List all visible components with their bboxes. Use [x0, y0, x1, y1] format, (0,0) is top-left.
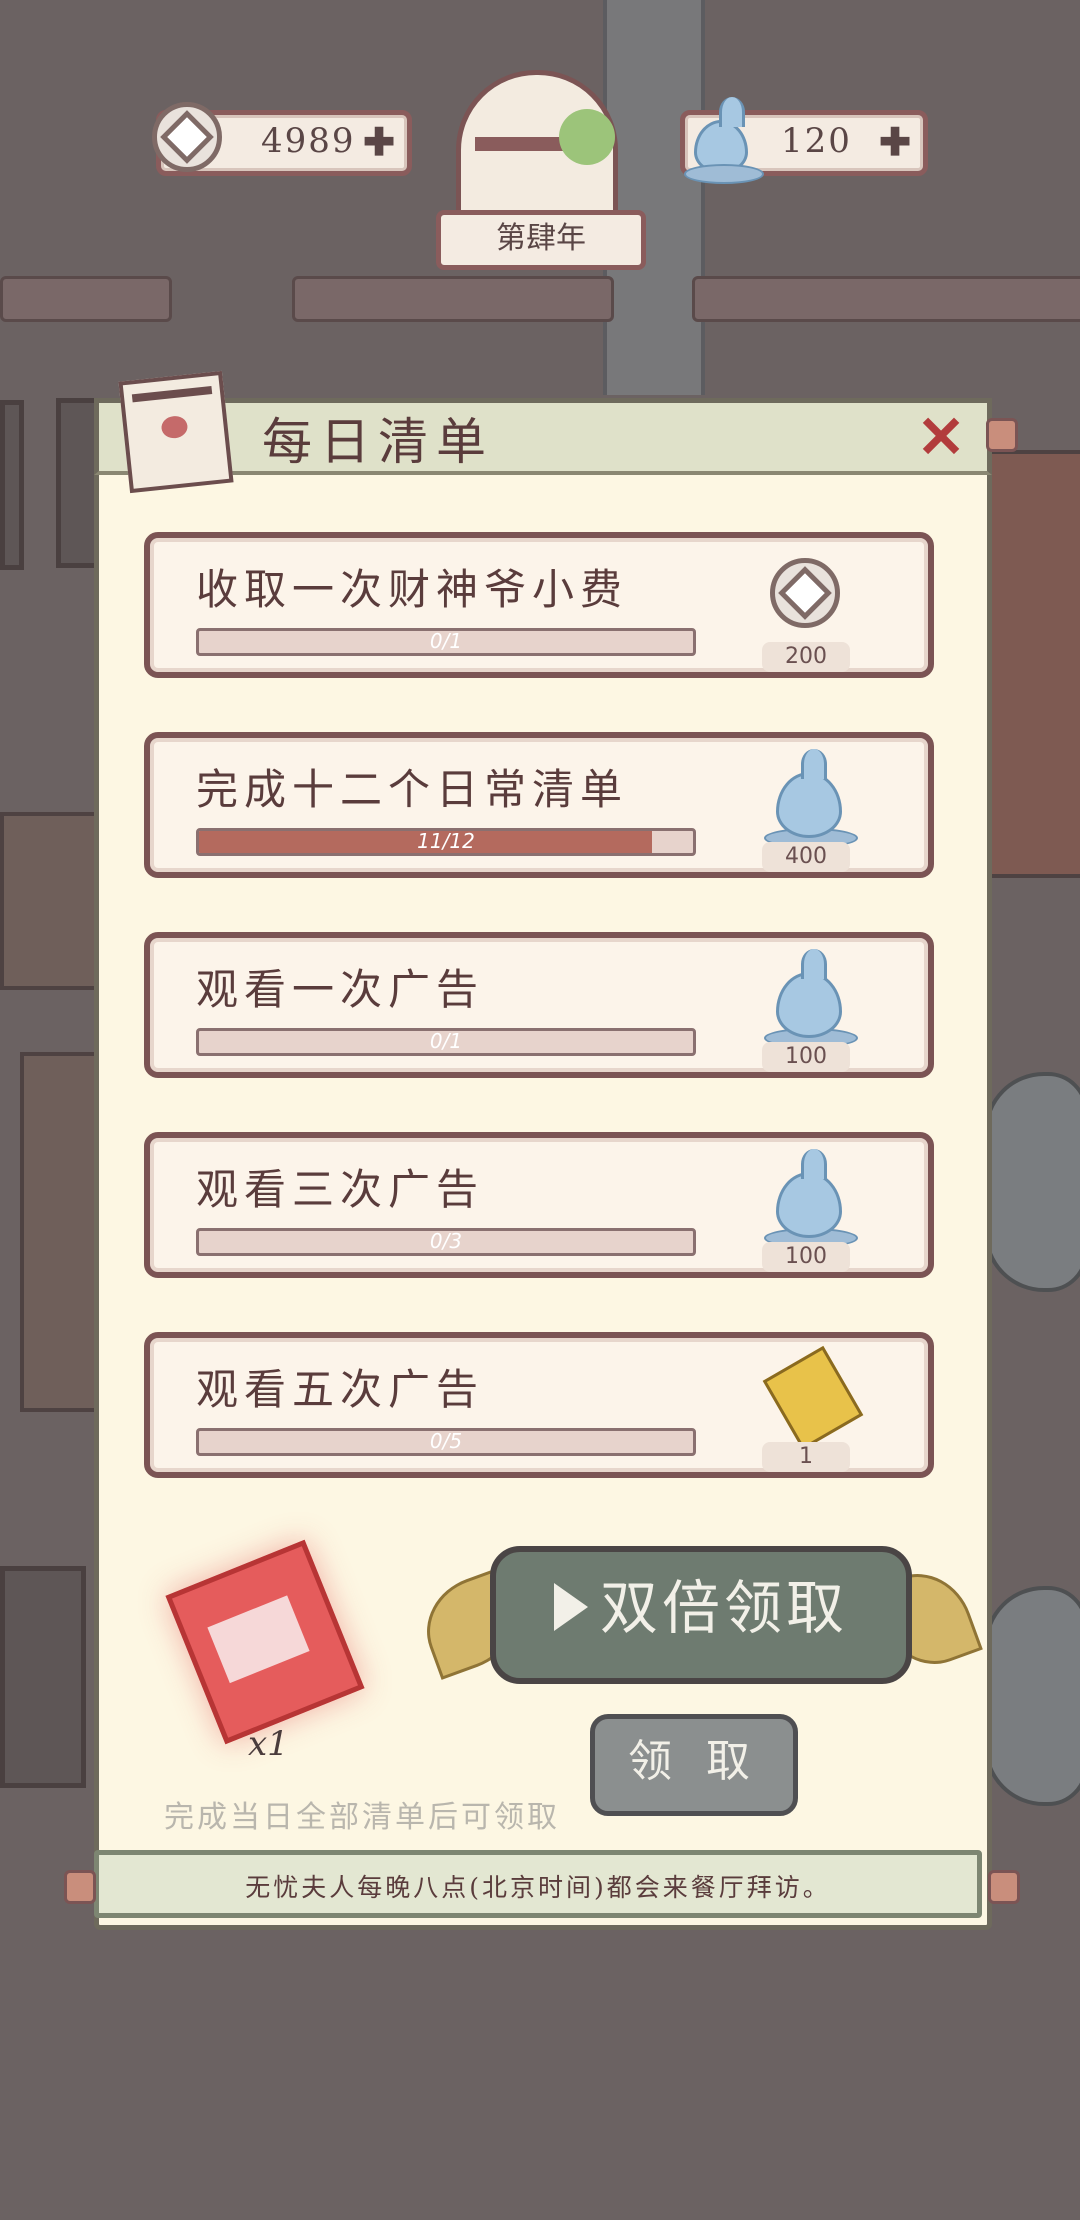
task-progress-bar: 0/5 [196, 1428, 696, 1456]
wooden-beam [692, 276, 1080, 322]
ticket-icon [762, 1345, 864, 1451]
scroll-knob [986, 418, 1018, 452]
claim-hint: 完成当日全部清单后可领取 [164, 1800, 560, 1835]
coin-icon [152, 102, 222, 172]
task-progress-bar: 11/12 [196, 828, 696, 856]
wall-frame [0, 400, 24, 570]
reward-amount: 1 [762, 1442, 850, 1472]
add-coins-icon[interactable]: ✚ [363, 123, 395, 161]
coin-count: 4989 [261, 121, 356, 161]
footer-text: 无忧夫人每晚八点(北京时间)都会来餐厅拜访。 [245, 1873, 831, 1902]
calendar-icon [118, 370, 234, 494]
scroll-knob [988, 1870, 1020, 1904]
coupon-count: x1 [248, 1724, 289, 1764]
reward-amount: 100 [762, 1042, 850, 1072]
reward-amount: 100 [762, 1242, 850, 1272]
claim-button[interactable]: 领 取 [590, 1714, 798, 1816]
water-drop-icon [684, 97, 764, 190]
task-card[interactable]: 观看一次广告 0/1 100 [144, 932, 934, 1078]
wooden-pillar [603, 0, 705, 395]
side-cabinet [20, 1052, 102, 1412]
task-progress-text: 0/5 [429, 1429, 463, 1453]
water-drop-icon [764, 749, 858, 848]
task-card[interactable]: 观看五次广告 0/5 1 [144, 1332, 934, 1478]
wooden-beam [292, 276, 614, 322]
water-drop-icon [764, 1149, 858, 1248]
task-progress-bar: 0/1 [196, 1028, 696, 1056]
double-claim-button[interactable]: 双倍领取 [490, 1546, 912, 1684]
water-drop-icon [764, 949, 858, 1048]
double-claim-label: 双倍领取 [599, 1574, 848, 1642]
task-progress-text: 0/3 [429, 1229, 463, 1253]
garden-rock [984, 1586, 1080, 1806]
wooden-beam [0, 276, 172, 322]
task-progress-bar: 0/3 [196, 1228, 696, 1256]
side-door [982, 450, 1080, 878]
task-progress-text: 0/1 [429, 629, 463, 653]
play-icon [553, 1582, 588, 1631]
wall-frame [0, 1566, 86, 1788]
task-label: 收取一次财神爷小费 [196, 565, 629, 614]
add-water-icon[interactable]: ✚ [879, 123, 911, 161]
coin-icon [770, 558, 848, 636]
task-label: 完成十二个日常清单 [196, 765, 629, 814]
reward-amount: 400 [762, 842, 850, 872]
task-card[interactable]: 完成十二个日常清单 11/12 400 [144, 732, 934, 878]
scroll-knob [64, 1870, 96, 1904]
panel-title: 每日清单 [262, 413, 494, 471]
task-card[interactable]: 观看三次广告 0/3 100 [144, 1132, 934, 1278]
task-label: 观看一次广告 [196, 965, 485, 1014]
water-count: 120 [781, 121, 852, 161]
task-card[interactable]: 收取一次财神爷小费 0/1 200 [144, 532, 934, 678]
task-progress-bar: 0/1 [196, 628, 696, 656]
reward-amount: 200 [762, 642, 850, 672]
close-button[interactable]: ✕ [914, 408, 968, 466]
task-progress-text: 11/12 [417, 829, 475, 853]
restaurant-emblem [456, 70, 618, 218]
side-shelf [0, 812, 102, 990]
year-badge: 第肆年 [436, 210, 646, 270]
task-label: 观看五次广告 [196, 1365, 485, 1414]
task-label: 观看三次广告 [196, 1165, 485, 1214]
garden-rock [984, 1072, 1080, 1292]
task-progress-text: 0/1 [429, 1029, 463, 1053]
